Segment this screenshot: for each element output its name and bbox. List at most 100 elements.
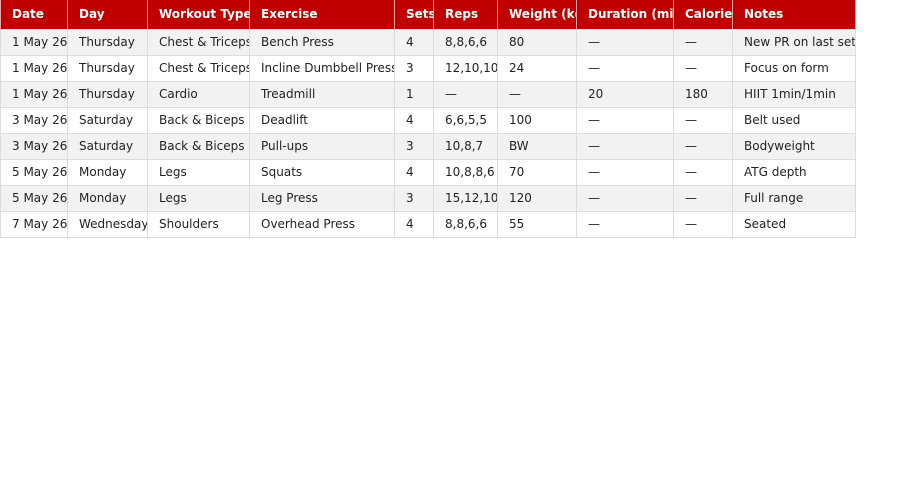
cell-notes[interactable]: New PR on last set! [732,28,856,56]
cell-sets[interactable]: 3 [394,54,434,82]
cell-exercise[interactable]: Pull-ups [249,132,395,160]
column-header-weight[interactable]: Weight (kg) [497,0,577,29]
cell-weight[interactable]: 55 [497,210,577,238]
cell-reps[interactable]: 10,8,8,6 [433,158,498,186]
cell-notes[interactable]: HIIT 1min/1min [732,80,856,108]
cell-day[interactable]: Monday [67,158,148,186]
cell-day[interactable]: Thursday [67,80,148,108]
cell-workout-type[interactable]: Chest & Triceps [147,54,250,82]
cell-duration[interactable]: 20 [576,80,674,108]
cell-date[interactable]: 1 May 26 [0,80,68,108]
cell-exercise[interactable]: Treadmill [249,80,395,108]
cell-workout-type[interactable]: Legs [147,158,250,186]
cell-exercise[interactable]: Squats [249,158,395,186]
cell-day[interactable]: Monday [67,184,148,212]
table-row: 3 May 26 Saturday Back & Biceps Deadlift… [0,106,856,134]
cell-workout-type[interactable]: Shoulders [147,210,250,238]
cell-workout-type[interactable]: Back & Biceps [147,132,250,160]
cell-notes[interactable]: Belt used [732,106,856,134]
cell-sets[interactable]: 4 [394,106,434,134]
cell-reps[interactable]: 10,8,7 [433,132,498,160]
cell-workout-type[interactable]: Back & Biceps [147,106,250,134]
cell-workout-type[interactable]: Cardio [147,80,250,108]
cell-day[interactable]: Saturday [67,132,148,160]
cell-reps[interactable]: 8,8,6,6 [433,210,498,238]
cell-duration[interactable]: — [576,132,674,160]
cell-date[interactable]: 1 May 26 [0,28,68,56]
cell-notes[interactable]: Full range [732,184,856,212]
cell-date[interactable]: 3 May 26 [0,106,68,134]
cell-duration[interactable]: — [576,54,674,82]
table-row: 1 May 26 Thursday Cardio Treadmill 1 — —… [0,80,856,108]
cell-weight[interactable]: 120 [497,184,577,212]
column-header-sets[interactable]: Sets [394,0,434,29]
cell-calories[interactable]: — [673,158,733,186]
cell-reps[interactable]: 8,8,6,6 [433,28,498,56]
column-header-duration[interactable]: Duration (min) [576,0,674,29]
cell-duration[interactable]: — [576,158,674,186]
cell-calories[interactable]: — [673,28,733,56]
cell-date[interactable]: 5 May 26 [0,158,68,186]
workout-log-table: Date Day Workout Type Exercise Sets Reps… [0,0,856,238]
cell-sets[interactable]: 4 [394,210,434,238]
table-row: 1 May 26 Thursday Chest & Triceps Inclin… [0,54,856,82]
cell-exercise[interactable]: Overhead Press [249,210,395,238]
cell-reps[interactable]: 6,6,5,5 [433,106,498,134]
cell-notes[interactable]: Bodyweight [732,132,856,160]
cell-weight[interactable]: 70 [497,158,577,186]
cell-weight[interactable]: 100 [497,106,577,134]
column-header-calories[interactable]: Calories [673,0,733,29]
cell-sets[interactable]: 4 [394,28,434,56]
cell-weight[interactable]: — [497,80,577,108]
cell-duration[interactable]: — [576,184,674,212]
cell-notes[interactable]: Focus on form [732,54,856,82]
cell-reps[interactable]: 12,10,10 [433,54,498,82]
cell-exercise[interactable]: Deadlift [249,106,395,134]
cell-notes[interactable]: Seated [732,210,856,238]
table-row: 1 May 26 Thursday Chest & Triceps Bench … [0,28,856,56]
cell-calories[interactable]: — [673,210,733,238]
cell-date[interactable]: 7 May 26 [0,210,68,238]
cell-calories[interactable]: — [673,54,733,82]
cell-workout-type[interactable]: Chest & Triceps [147,28,250,56]
cell-sets[interactable]: 4 [394,158,434,186]
column-header-workout-type[interactable]: Workout Type [147,0,250,29]
cell-exercise[interactable]: Leg Press [249,184,395,212]
cell-duration[interactable]: — [576,28,674,56]
table-row: 5 May 26 Monday Legs Leg Press 3 15,12,1… [0,184,856,212]
table-row: 3 May 26 Saturday Back & Biceps Pull-ups… [0,132,856,160]
cell-day[interactable]: Thursday [67,54,148,82]
table-row: 7 May 26 Wednesday Shoulders Overhead Pr… [0,210,856,238]
cell-notes[interactable]: ATG depth [732,158,856,186]
column-header-day[interactable]: Day [67,0,148,29]
table-header-row: Date Day Workout Type Exercise Sets Reps… [0,0,856,29]
cell-date[interactable]: 3 May 26 [0,132,68,160]
column-header-reps[interactable]: Reps [433,0,498,29]
cell-sets[interactable]: 3 [394,132,434,160]
cell-exercise[interactable]: Bench Press [249,28,395,56]
cell-sets[interactable]: 3 [394,184,434,212]
cell-weight[interactable]: 80 [497,28,577,56]
cell-workout-type[interactable]: Legs [147,184,250,212]
column-header-notes[interactable]: Notes [732,0,856,29]
cell-calories[interactable]: — [673,184,733,212]
cell-day[interactable]: Saturday [67,106,148,134]
cell-day[interactable]: Wednesday [67,210,148,238]
cell-exercise[interactable]: Incline Dumbbell Press [249,54,395,82]
cell-sets[interactable]: 1 [394,80,434,108]
cell-date[interactable]: 5 May 26 [0,184,68,212]
cell-reps[interactable]: 15,12,10 [433,184,498,212]
cell-duration[interactable]: — [576,106,674,134]
cell-weight[interactable]: 24 [497,54,577,82]
table-row: 5 May 26 Monday Legs Squats 4 10,8,8,6 7… [0,158,856,186]
cell-duration[interactable]: — [576,210,674,238]
cell-calories[interactable]: — [673,132,733,160]
cell-reps[interactable]: — [433,80,498,108]
column-header-exercise[interactable]: Exercise [249,0,395,29]
column-header-date[interactable]: Date [0,0,68,29]
cell-calories[interactable]: 180 [673,80,733,108]
cell-day[interactable]: Thursday [67,28,148,56]
cell-calories[interactable]: — [673,106,733,134]
cell-date[interactable]: 1 May 26 [0,54,68,82]
cell-weight[interactable]: BW [497,132,577,160]
